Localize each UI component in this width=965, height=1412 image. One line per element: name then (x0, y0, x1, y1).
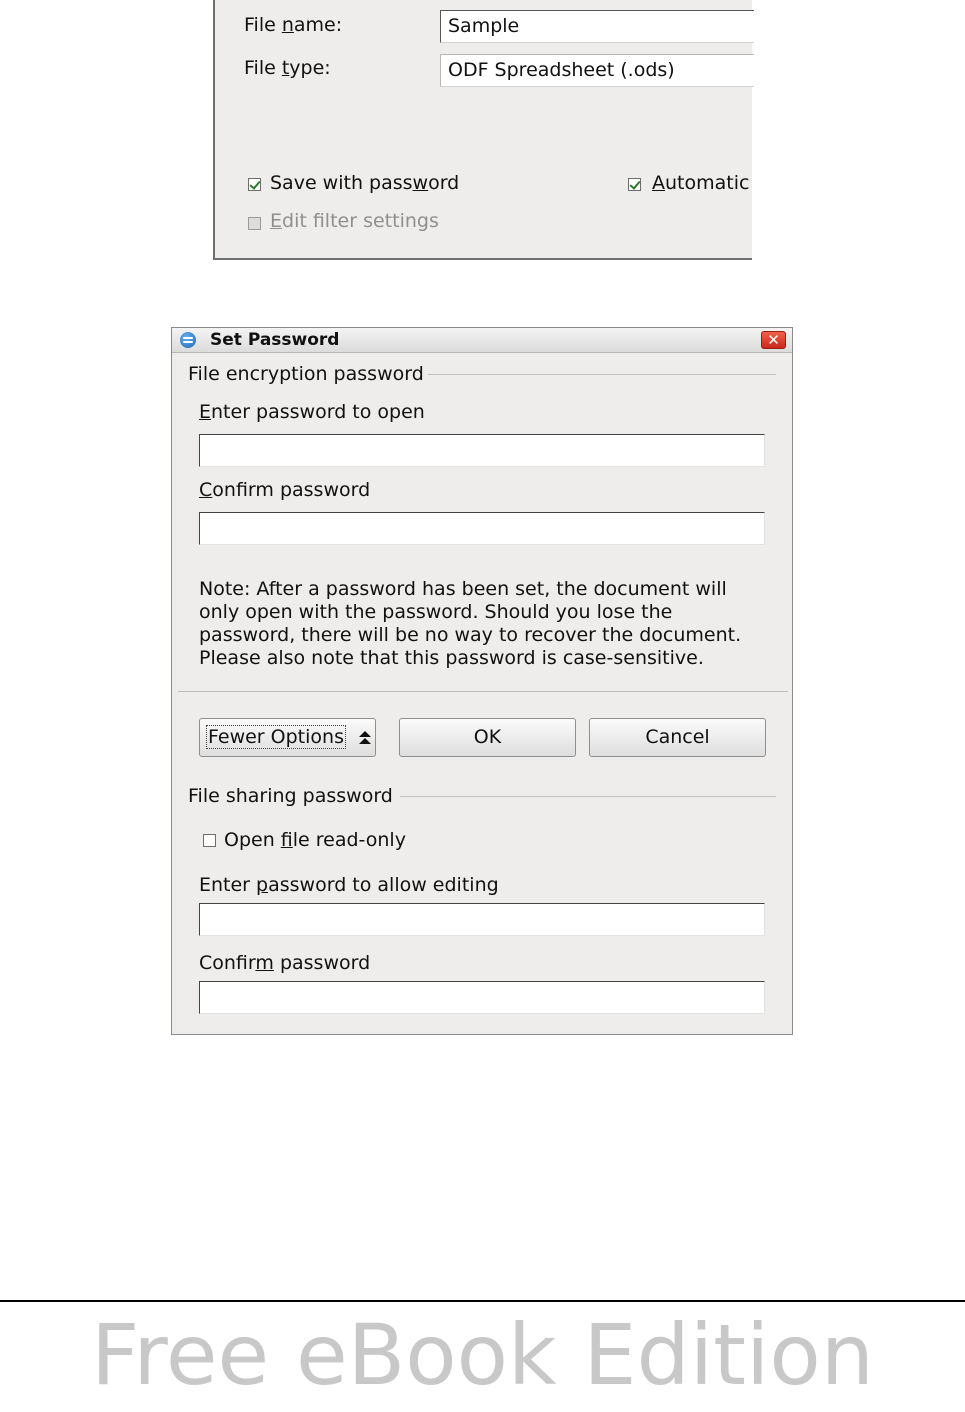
sharing-group-divider (400, 796, 776, 797)
file-name-input[interactable]: Sample (440, 10, 754, 43)
automatic-extension-label: Automatic (652, 172, 750, 194)
close-icon: ✕ (767, 331, 780, 349)
section-separator (178, 691, 788, 692)
double-chevron-up-icon (359, 730, 372, 744)
automatic-extension-checkbox[interactable] (628, 178, 641, 191)
fewer-options-button[interactable]: Fewer Options (199, 718, 376, 757)
encryption-group-title: File encryption password (188, 363, 424, 385)
close-button[interactable]: ✕ (761, 331, 786, 349)
dialog-title: Set Password (210, 330, 340, 350)
open-read-only-label: Open file read-only (224, 829, 406, 851)
edit-filter-settings-checkbox[interactable] (248, 217, 261, 230)
footer-watermark: Free eBook Edition (90, 1306, 875, 1404)
ok-button[interactable]: OK (399, 718, 576, 757)
confirm-password-label: Confirm password (199, 479, 371, 501)
title-bar[interactable]: Set Password ✕ (172, 328, 792, 353)
fewer-options-label: Fewer Options (206, 725, 346, 749)
confirm-edit-password-label: Confirm password (199, 952, 371, 974)
file-type-select[interactable]: ODF Spreadsheet (.ods) (440, 54, 754, 87)
enter-password-open-input[interactable] (199, 434, 765, 467)
edit-filter-settings-label: Edit filter settings (270, 210, 439, 232)
enter-password-edit-label: Enter password to allow editing (199, 874, 499, 896)
confirm-edit-password-input[interactable] (199, 981, 765, 1014)
save-dialog-fragment: File name: Sample File type: ODF Spreads… (213, 0, 754, 260)
footer-rule (0, 1300, 965, 1302)
save-with-password-label: Save with password (270, 172, 460, 194)
app-icon (180, 332, 196, 348)
cancel-button[interactable]: Cancel (589, 718, 766, 757)
save-with-password-checkbox[interactable] (248, 178, 261, 191)
sharing-group-title: File sharing password (188, 785, 393, 807)
open-read-only-checkbox[interactable] (203, 834, 216, 847)
confirm-password-input[interactable] (199, 512, 765, 545)
encryption-group-divider (428, 374, 776, 375)
file-type-label: File type: (244, 57, 331, 79)
enter-password-edit-input[interactable] (199, 903, 765, 936)
password-note: Note: After a password has been set, the… (199, 578, 742, 669)
file-name-label: File name: (244, 14, 343, 36)
enter-password-open-label: Enter password to open (199, 401, 425, 423)
set-password-dialog: Set Password ✕ File encryption password … (171, 327, 793, 1035)
